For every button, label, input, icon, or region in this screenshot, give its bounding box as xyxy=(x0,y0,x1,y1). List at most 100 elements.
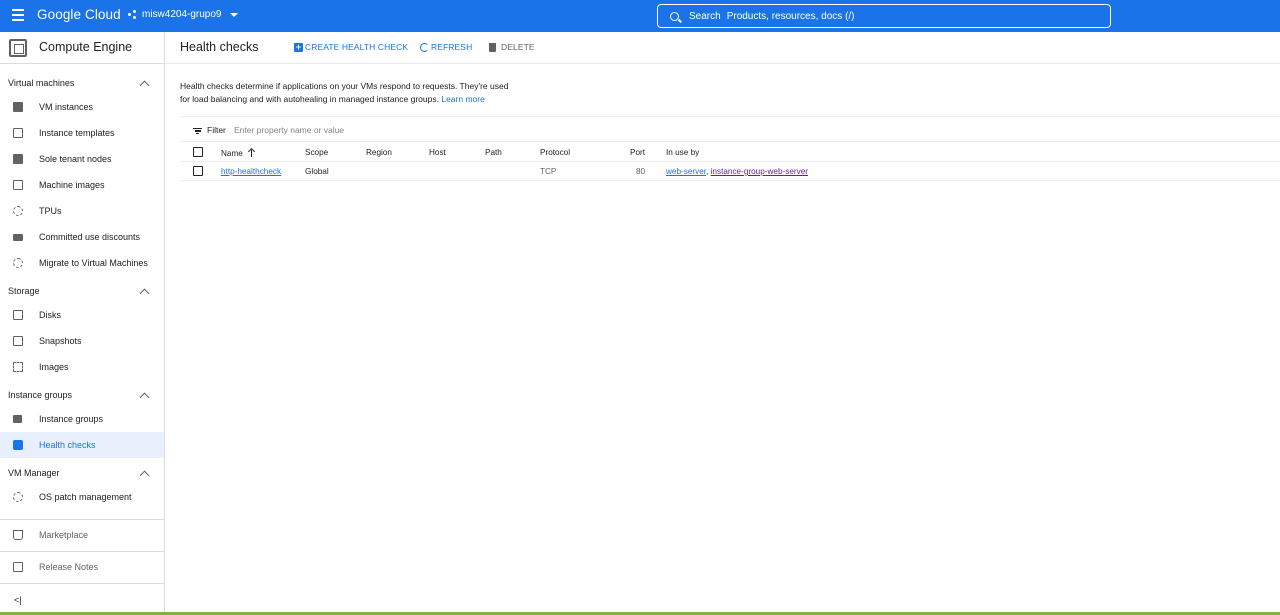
cell-protocol: TCP xyxy=(540,167,557,176)
learn-more-link[interactable]: Learn more xyxy=(441,94,484,104)
search-icon xyxy=(670,11,679,21)
chevron-down-icon xyxy=(229,12,238,17)
section-vm-manager[interactable]: VM Manager xyxy=(8,468,60,478)
create-health-check-button[interactable]: + CREATE HEALTH CHECK xyxy=(294,42,408,52)
release-notes-icon xyxy=(13,562,23,572)
sidebar-item-release-notes[interactable]: Release Notes xyxy=(0,554,164,580)
column-protocol[interactable]: Protocol xyxy=(540,148,570,157)
sidebar-item-label: Snapshots xyxy=(39,336,82,346)
table-row: http-healthcheck Global TCP 80 web-serve… xyxy=(180,162,1280,181)
tpu-icon xyxy=(13,206,23,216)
column-region[interactable]: Region xyxy=(366,148,392,157)
sidebar-item-label: OS patch management xyxy=(39,492,132,502)
sidebar-item-label: Instance templates xyxy=(39,128,115,138)
sidebar-item-migrate-to-virtual-machines[interactable]: Migrate to Virtual Machines xyxy=(0,250,164,276)
search-label: Search xyxy=(689,10,721,22)
sidebar-item-sole-tenant-nodes[interactable]: Sole tenant nodes xyxy=(0,146,164,172)
column-port[interactable]: Port xyxy=(630,148,645,157)
instance-groups-icon xyxy=(13,415,22,423)
chevron-up-icon[interactable] xyxy=(139,288,150,299)
project-dots-icon xyxy=(128,9,138,20)
main-content: Health checks + CREATE HEALTH CHECK REFR… xyxy=(165,32,1280,615)
sidebar-item-health-checks[interactable]: Health checks xyxy=(0,432,164,458)
sidebar-item-machine-images[interactable]: Machine images xyxy=(0,172,164,198)
in-use-by-link-instance-group[interactable]: instance-group-web-server xyxy=(711,167,808,176)
sidebar-item-label: Release Notes xyxy=(39,562,99,572)
sole-tenant-nodes-icon xyxy=(13,154,23,164)
section-virtual-machines[interactable]: Virtual machines xyxy=(8,78,74,88)
delete-label: DELETE xyxy=(501,42,535,52)
sidebar-divider xyxy=(0,583,164,584)
sidebar-item-label: TPUs xyxy=(39,206,62,216)
machine-images-icon xyxy=(13,180,23,190)
sidebar: Compute Engine Virtual machines VM insta… xyxy=(0,32,165,615)
chevron-up-icon[interactable] xyxy=(139,392,150,403)
cart-icon xyxy=(13,530,23,540)
sidebar-item-label: Machine images xyxy=(39,180,105,190)
health-checks-icon xyxy=(13,440,23,450)
search-placeholder: Products, resources, docs (/) xyxy=(726,10,855,22)
column-host[interactable]: Host xyxy=(429,148,446,157)
table-header: Name Scope Region Host Path Protocol Por… xyxy=(180,143,1280,162)
cell-port: 80 xyxy=(636,167,646,176)
section-instance-groups[interactable]: Instance groups xyxy=(8,390,72,400)
project-selector[interactable]: misw4204-grupo9 xyxy=(128,9,238,20)
vm-instances-icon xyxy=(13,102,23,112)
sidebar-item-instance-groups[interactable]: Instance groups xyxy=(0,406,164,432)
search-input[interactable]: Search Products, resources, docs (/) xyxy=(657,4,1111,28)
sidebar-item-os-patch-management[interactable]: OS patch management xyxy=(0,484,164,510)
top-bar: Google Cloud misw4204-grupo9 Search Prod… xyxy=(0,0,1280,32)
sidebar-item-label: Committed use discounts xyxy=(39,232,141,242)
health-check-name-link[interactable]: http-healthcheck xyxy=(221,167,281,176)
sidebar-item-label: Disks xyxy=(39,310,61,320)
sidebar-divider xyxy=(0,551,164,552)
select-all-checkbox[interactable] xyxy=(193,147,203,157)
discount-icon xyxy=(13,233,23,241)
sidebar-item-images[interactable]: Images xyxy=(0,354,164,380)
page-description: Health checks determine if applications … xyxy=(180,80,520,106)
refresh-icon xyxy=(420,42,429,52)
sidebar-item-label: Health checks xyxy=(39,440,96,450)
trash-icon xyxy=(489,42,496,52)
in-use-by-link-web-server[interactable]: web-server xyxy=(666,167,706,176)
filter-icon[interactable] xyxy=(193,128,202,134)
sidebar-item-label: Images xyxy=(39,362,69,372)
sidebar-item-instance-templates[interactable]: Instance templates xyxy=(0,120,164,146)
sidebar-item-tpus[interactable]: TPUs xyxy=(0,198,164,224)
section-storage[interactable]: Storage xyxy=(8,286,40,296)
google-cloud-logo[interactable]: Google Cloud xyxy=(37,7,121,22)
column-path[interactable]: Path xyxy=(485,148,502,157)
project-name: misw4204-grupo9 xyxy=(142,9,222,20)
column-in-use-by[interactable]: In use by xyxy=(666,148,699,157)
instance-templates-icon xyxy=(13,128,23,138)
sidebar-item-committed-use-discounts[interactable]: Committed use discounts xyxy=(0,224,164,250)
chevron-up-icon[interactable] xyxy=(139,470,150,481)
sidebar-item-disks[interactable]: Disks xyxy=(0,302,164,328)
menu-icon[interactable] xyxy=(12,9,24,21)
os-patch-icon xyxy=(13,492,23,502)
filter-input[interactable] xyxy=(234,121,534,138)
sidebar-item-marketplace[interactable]: Marketplace xyxy=(0,522,164,548)
filter-label: Filter xyxy=(207,125,226,135)
column-scope[interactable]: Scope xyxy=(305,148,328,157)
create-label: CREATE HEALTH CHECK xyxy=(305,42,409,52)
snapshot-icon xyxy=(13,336,23,346)
page-title: Health checks xyxy=(180,40,259,54)
sidebar-item-vm-instances[interactable]: VM instances xyxy=(0,94,164,120)
column-label: Name xyxy=(221,149,243,158)
row-checkbox[interactable] xyxy=(193,166,203,176)
product-header: Compute Engine xyxy=(0,32,164,64)
sidebar-divider xyxy=(0,519,164,520)
sidebar-item-label: Marketplace xyxy=(39,530,89,540)
sidebar-item-snapshots[interactable]: Snapshots xyxy=(0,328,164,354)
refresh-button[interactable]: REFRESH xyxy=(420,42,472,52)
sort-ascending-icon xyxy=(248,148,256,157)
delete-button[interactable]: DELETE xyxy=(489,42,535,52)
sidebar-item-label: VM instances xyxy=(39,102,94,112)
collapse-sidebar-button[interactable]: <| xyxy=(14,595,22,605)
cell-in-use-by: web-server, instance-group-web-server xyxy=(666,167,808,176)
product-title: Compute Engine xyxy=(39,40,133,54)
column-name[interactable]: Name xyxy=(221,148,256,158)
chevron-up-icon[interactable] xyxy=(139,80,150,91)
sidebar-item-label: Sole tenant nodes xyxy=(39,154,112,164)
